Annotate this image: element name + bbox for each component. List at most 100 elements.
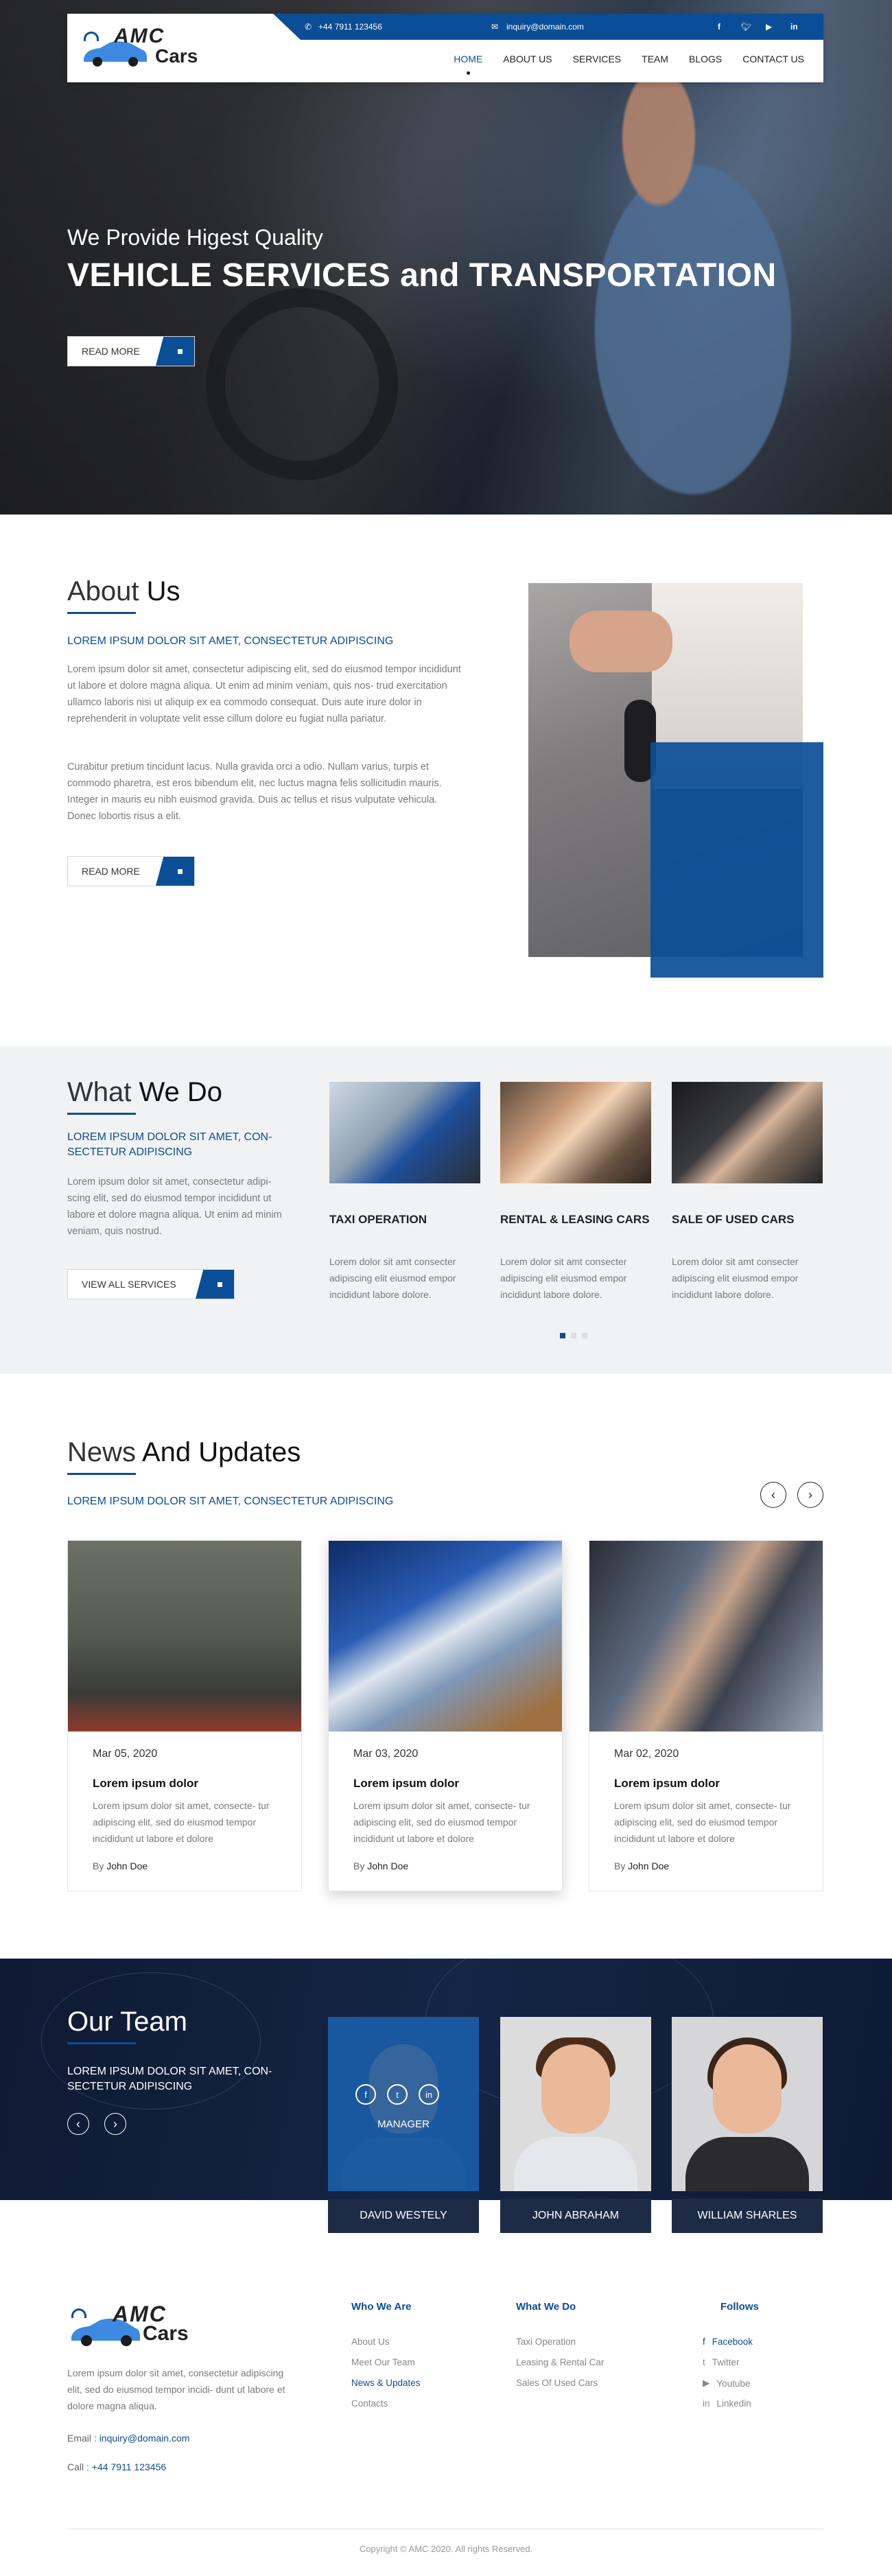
about-accent-block (650, 742, 823, 978)
team-card-william[interactable] (672, 2017, 823, 2191)
news-author: By John Doe (353, 1860, 409, 1871)
news-image-rainy-window (68, 1541, 301, 1732)
news-title: News And Updates (67, 1437, 301, 1467)
nav-contact-us[interactable]: CONTACT US (742, 54, 804, 64)
news-date: Mar 03, 2020 (353, 1748, 419, 1760)
about-read-more-label: READ MORE (82, 866, 140, 877)
news-excerpt: Lorem ipsum dolor sit amet, consecte- tu… (93, 1800, 270, 1844)
view-all-services-label: VIEW ALL SERVICES (82, 1279, 176, 1290)
footer-link-leasing-rental[interactable]: Leasing & Rental Car (516, 2357, 604, 2367)
hero-subtitle: We Provide Higest Quality (67, 225, 323, 250)
nav-team[interactable]: TEAM (642, 54, 668, 64)
service-title-rental[interactable]: RENTAL & LEASING CARS (500, 1213, 650, 1227)
linkedin-icon[interactable]: in (419, 2084, 439, 2105)
footer-social-linkedin[interactable]: in Linkedin (703, 2398, 751, 2409)
view-all-services-button[interactable]: VIEW ALL SERVICES (67, 1269, 235, 1299)
about-paragraph-2: Curabitur pretium tincidunt lacus. Nulla… (67, 761, 442, 822)
linkedin-icon: in (703, 2398, 710, 2409)
hero-title: VEHICLE SERVICES and TRANSPORTATION (67, 257, 777, 294)
footer-social-label: Youtube (716, 2378, 751, 2389)
team-member-name[interactable]: JOHN ABRAHAM (500, 2199, 651, 2233)
whatwedo-lead: LOREM IPSUM DOLOR SIT AMET, CON- SECTETU… (67, 1131, 272, 1158)
footer-email-link[interactable]: inquiry@domain.com (99, 2433, 190, 2444)
team-member-name[interactable]: DAVID WESTELY (328, 2199, 479, 2233)
button-arrow-icon (156, 857, 194, 886)
news-title-underline (67, 1473, 136, 1475)
news-next-button[interactable]: › (797, 1482, 823, 1508)
whatwedo-title: What We Do (67, 1077, 223, 1107)
carousel-dot-2[interactable] (571, 1333, 576, 1338)
team-photo (541, 2044, 610, 2134)
team-photo-body (514, 2137, 637, 2191)
service-title-taxi[interactable]: TAXI OPERATION (329, 1213, 427, 1227)
team-next-button[interactable]: › (104, 2113, 126, 2135)
footer-logo[interactable]: AMC Cars (67, 2302, 204, 2350)
site-logo[interactable]: AMC Cars (80, 25, 203, 73)
footer-link-used-cars[interactable]: Sales Of Used Cars (516, 2378, 598, 2388)
about-title-underline (67, 612, 136, 614)
news-excerpt: Lorem ipsum dolor sit amet, consecte- tu… (353, 1800, 530, 1844)
button-arrow-icon (156, 337, 194, 366)
footer-col-what-we-do-title: What We Do (516, 2301, 576, 2313)
facebook-icon[interactable]: f (718, 22, 720, 32)
team-card-john[interactable] (500, 2017, 651, 2191)
footer-link-taxi-operation[interactable]: Taxi Operation (516, 2337, 576, 2347)
footer-social-twitter[interactable]: t Twitter (703, 2357, 740, 2367)
news-headline[interactable]: Lorem ipsum dolor (93, 1777, 198, 1791)
news-card[interactable]: Mar 05, 2020 Lorem ipsum dolor Lorem ips… (67, 1540, 302, 1891)
footer-social-facebook[interactable]: f Facebook (703, 2337, 753, 2347)
footer-link-about-us[interactable]: About Us (351, 2337, 390, 2347)
linkedin-icon[interactable]: in (790, 22, 798, 32)
button-arrow-icon (196, 1270, 234, 1299)
team-photo-body (685, 2137, 809, 2191)
footer-phone-link[interactable]: +44 7911 123456 (92, 2461, 166, 2472)
carousel-dot-1[interactable] (560, 1333, 565, 1338)
team-role: MANAGER (377, 2118, 430, 2130)
news-headline[interactable]: Lorem ipsum dolor (353, 1777, 459, 1791)
hero-read-more-button[interactable]: READ MORE (67, 336, 195, 366)
news-headline[interactable]: Lorem ipsum dolor (614, 1777, 720, 1791)
service-text-rental: Lorem dolor sit amt consecter adipiscing… (500, 1256, 627, 1300)
twitter-icon[interactable]: t (387, 2084, 408, 2105)
header-email[interactable]: inquiry@domain.com (506, 22, 584, 32)
nav-blogs[interactable]: BLOGS (689, 54, 722, 64)
footer-link-meet-our-team[interactable]: Meet Our Team (351, 2357, 415, 2367)
nav-about-us[interactable]: ABOUT US (503, 54, 552, 64)
twitter-icon[interactable]: 🐦︎ (741, 22, 751, 32)
news-prev-button[interactable]: ‹ (760, 1482, 786, 1508)
nav-home[interactable]: HOME (454, 54, 482, 75)
site-header: AMC Cars ✆ +44 7911 123456 ✉ inquiry@dom… (67, 14, 823, 82)
nav-services[interactable]: SERVICES (573, 54, 622, 64)
news-image-car-row (329, 1541, 562, 1732)
news-lead: LOREM IPSUM DOLOR SIT AMET, CONSECTETUR … (67, 1496, 394, 1507)
header-phone[interactable]: +44 7911 123456 (318, 22, 382, 32)
news-card[interactable]: Mar 03, 2020 Lorem ipsum dolor Lorem ips… (328, 1540, 563, 1891)
service-text-taxi: Lorem dolor sit amt consecter adipiscing… (329, 1256, 456, 1300)
service-image-rental (500, 1082, 651, 1183)
footer-about-text: Lorem ipsum dolor sit amet, consectetur … (67, 2367, 285, 2411)
footer-social-youtube[interactable]: ▶ Youtube (703, 2378, 750, 2389)
news-author: By John Doe (614, 1860, 670, 1871)
carousel-dot-3[interactable] (582, 1333, 587, 1338)
twitter-icon: t (703, 2357, 705, 2367)
team-title-underline (67, 2042, 136, 2044)
about-paragraph-1: Lorem ipsum dolor sit amet, consectetur … (67, 664, 461, 724)
facebook-icon[interactable]: f (355, 2084, 376, 2105)
phone-icon: ✆ (305, 22, 312, 32)
footer-link-news-updates[interactable]: News & Updates (351, 2378, 421, 2388)
footer-link-contacts[interactable]: Contacts (351, 2398, 388, 2409)
team-member-name[interactable]: WILLIAM SHARLES (672, 2199, 823, 2233)
youtube-icon[interactable]: ▶ (766, 22, 772, 32)
team-photo (713, 2044, 782, 2134)
service-title-used-cars[interactable]: SALE OF USED CARS (672, 1213, 795, 1227)
news-card[interactable]: Mar 02, 2020 Lorem ipsum dolor Lorem ips… (589, 1540, 823, 1891)
hero-read-more-label: READ MORE (82, 346, 140, 357)
footer-social-label: Linkedin (716, 2398, 751, 2409)
about-read-more-button[interactable]: READ MORE (67, 856, 195, 886)
facebook-icon: f (703, 2337, 705, 2347)
team-prev-button[interactable]: ‹ (67, 2113, 89, 2135)
footer-col-who-we-are-title: Who We Are (351, 2301, 412, 2313)
service-image-used-cars (672, 1082, 823, 1183)
whatwedo-title-underline (67, 1113, 136, 1115)
team-card-david[interactable]: f t in MANAGER (328, 2017, 479, 2191)
